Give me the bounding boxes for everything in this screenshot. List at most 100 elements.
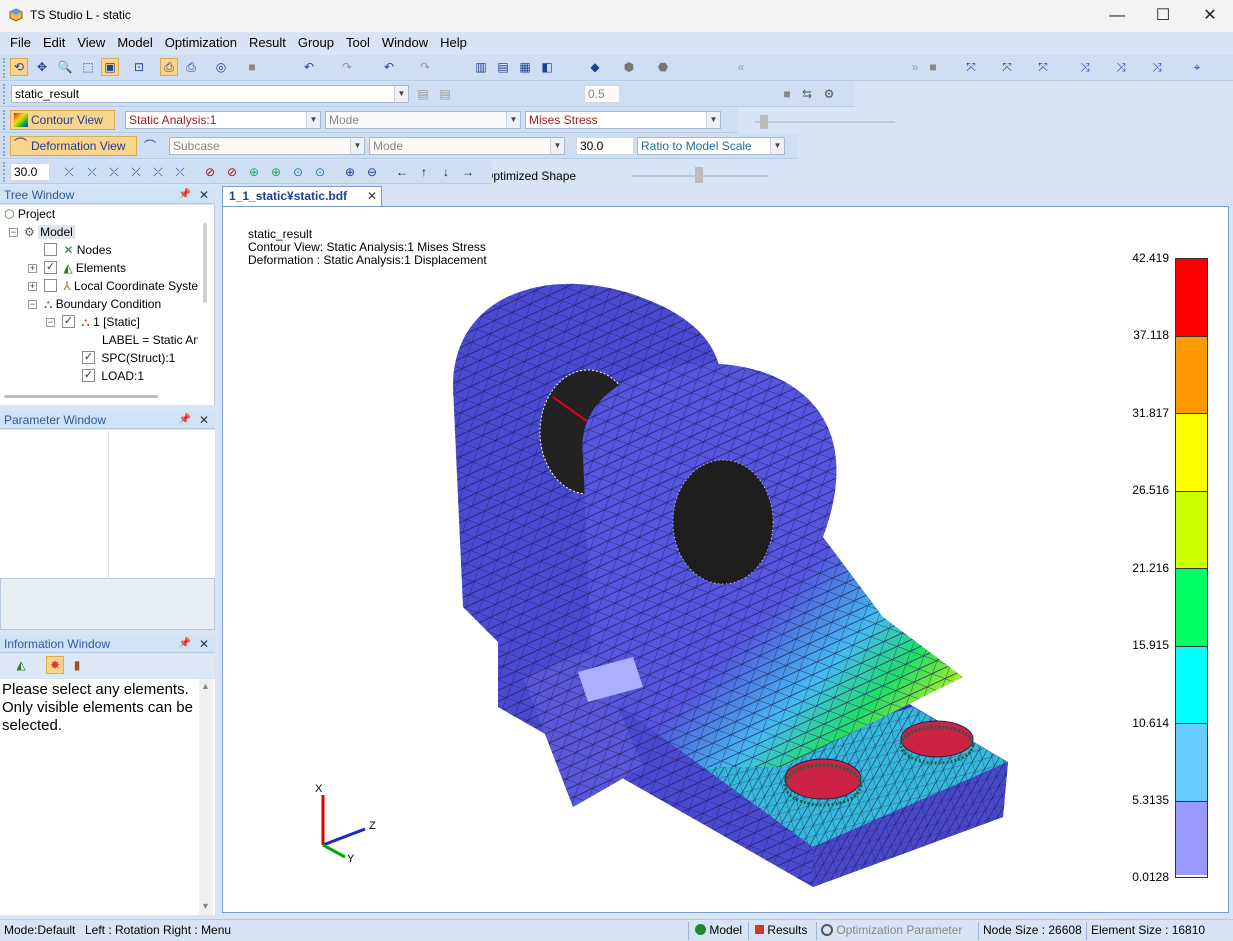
info-scrollbar[interactable]: ▲ ▼	[199, 679, 213, 915]
view-xy-icon[interactable]: ⤨	[1076, 58, 1094, 76]
clip-z-icon[interactable]: ⊕	[245, 163, 263, 181]
analysis-select[interactable]: Static Analysis:1 ▼	[125, 111, 321, 129]
menu-edit[interactable]: Edit	[37, 32, 71, 50]
menu-file[interactable]: File	[4, 32, 37, 50]
zoom-box-icon[interactable]: ⬚	[79, 58, 97, 76]
pan-tool-icon[interactable]: ✥	[33, 58, 51, 76]
toolbar-grip[interactable]	[3, 84, 9, 104]
layout-grid-icon[interactable]: ▦	[516, 58, 534, 76]
pin-icon[interactable]: 📌	[179, 635, 191, 653]
print-icon[interactable]: ⎙	[160, 58, 178, 76]
stress-type-select[interactable]: Mises Stress ▼	[525, 111, 721, 129]
result-list-icon[interactable]: ▤	[436, 85, 454, 103]
view-angle-input[interactable]: 30.0	[10, 163, 50, 181]
close-icon[interactable]: ✕	[199, 411, 209, 429]
toolbar-grip[interactable]	[3, 58, 9, 78]
layout-split-icon[interactable]: ▤	[494, 58, 512, 76]
redo-view-icon[interactable]: ↷	[416, 58, 434, 76]
collapse-icon[interactable]: −	[28, 300, 37, 309]
select-tool-icon[interactable]: ▣	[101, 58, 119, 76]
3d-viewport[interactable]: static_result Contour View: Static Analy…	[222, 206, 1229, 913]
zoom-out-icon[interactable]: ⊖	[363, 163, 381, 181]
tree-item-local-coordinate-system[interactable]: ⅄ Local Coordinate Syste	[44, 277, 198, 295]
optimized-shape-value[interactable]: 0.5	[584, 85, 620, 103]
status-results[interactable]: Results	[755, 923, 807, 937]
fast-forward-icon[interactable]: »	[906, 58, 924, 76]
menu-group[interactable]: Group	[292, 32, 340, 50]
collapse-icon[interactable]: −	[46, 318, 55, 327]
tree-item-spc[interactable]: ✓ SPC(Struct):1	[82, 349, 175, 367]
menu-optimization[interactable]: Optimization	[159, 32, 243, 50]
rotate-y-pos-icon[interactable]: ⤫	[127, 163, 145, 181]
pin-icon[interactable]: 📌	[179, 186, 191, 204]
fem-model-render[interactable]	[223, 207, 1228, 912]
solid-view-icon[interactable]: ⬢	[620, 58, 638, 76]
view-yz-icon[interactable]: ⤨	[1112, 58, 1130, 76]
load-checkbox[interactable]: ✓	[82, 369, 95, 383]
nodes-checkbox[interactable]	[44, 243, 57, 257]
maximize-button[interactable]: ☐	[1140, 0, 1186, 32]
node-info-icon[interactable]: ✸	[46, 656, 64, 674]
tree-vertical-scrollbar[interactable]	[203, 223, 207, 303]
elements-checkbox[interactable]: ✓	[44, 261, 57, 275]
shape-icon[interactable]: ■	[243, 58, 261, 76]
tree-item-model[interactable]: ⚙ Model	[24, 223, 75, 241]
scroll-down-icon[interactable]: ▼	[201, 901, 210, 911]
subcase-select[interactable]: Subcase ▼	[169, 137, 365, 155]
arrow-down-icon[interactable]: ↓	[437, 163, 455, 181]
shape-ratio-slider-thumb[interactable]	[695, 167, 703, 183]
scale-type-select[interactable]: Ratio to Model Scale ▼	[637, 137, 785, 155]
layout-side-icon[interactable]: ◧	[538, 58, 556, 76]
toolbar-grip[interactable]	[3, 136, 9, 156]
menu-help[interactable]: Help	[434, 32, 473, 50]
stop-shape-icon[interactable]: ■	[778, 85, 796, 103]
view-zx-icon[interactable]: ⤨	[1148, 58, 1166, 76]
toolbar-grip[interactable]	[3, 162, 9, 182]
tree-horizontal-scrollbar[interactable]	[4, 395, 158, 398]
tree-item-label-static[interactable]: LABEL = Static An	[102, 331, 198, 349]
layout-single-icon[interactable]: ▥	[472, 58, 490, 76]
animation-slider-thumb[interactable]	[760, 115, 768, 129]
result-info-icon[interactable]: ▤	[414, 85, 432, 103]
section-icon[interactable]: ⊙	[289, 163, 307, 181]
stop-icon[interactable]: ■	[924, 58, 942, 76]
expand-icon[interactable]: +	[28, 264, 37, 273]
rotate-z-pos-icon[interactable]: ⤫	[171, 163, 189, 181]
toolbar-grip[interactable]	[3, 110, 9, 130]
cube-view-icon[interactable]: ◆	[586, 58, 604, 76]
undo-icon[interactable]: ↶	[300, 58, 318, 76]
close-icon[interactable]: ✕	[199, 186, 209, 204]
spc-checkbox[interactable]: ✓	[82, 351, 95, 365]
arrow-left-icon[interactable]: ←	[393, 163, 411, 181]
section-off-icon[interactable]: ⊙	[311, 163, 329, 181]
menu-model[interactable]: Model	[111, 32, 158, 50]
tree-item-boundary-condition[interactable]: ⛬ Boundary Condition	[44, 295, 161, 313]
collapse-icon[interactable]: −	[9, 228, 18, 237]
print-preview-icon[interactable]: ⎙	[182, 58, 200, 76]
result-select[interactable]: static_result ▼	[11, 85, 409, 103]
animation-slider[interactable]	[755, 121, 895, 123]
deformation-curve-icon[interactable]: ⌒	[141, 137, 159, 155]
menu-window[interactable]: Window	[376, 32, 434, 50]
arrow-right-icon[interactable]: →	[459, 163, 477, 181]
deformation-scale-input[interactable]: 30.0	[576, 137, 634, 155]
zoom-tool-icon[interactable]: 🔍	[56, 58, 74, 76]
clip-x-icon[interactable]: ⊘	[201, 163, 219, 181]
clip-y-icon[interactable]: ⊘	[223, 163, 241, 181]
menu-view[interactable]: View	[71, 32, 111, 50]
undo-view-icon[interactable]: ↶	[380, 58, 398, 76]
tree-item-nodes[interactable]: ✕ Nodes	[44, 241, 111, 259]
element-info-icon[interactable]: ◭	[12, 656, 30, 674]
contour-view-button[interactable]: Contour View	[10, 110, 115, 130]
export-shape-icon[interactable]: ⇆	[798, 85, 816, 103]
status-model[interactable]: Model	[695, 923, 742, 937]
close-icon[interactable]: ✕	[199, 635, 209, 653]
rewind-icon[interactable]: «	[732, 58, 750, 76]
property-info-icon[interactable]: ▮	[68, 656, 86, 674]
rotate-x-pos-icon[interactable]: ⤫	[83, 163, 101, 181]
menu-result[interactable]: Result	[243, 32, 292, 50]
parameter-column-divider[interactable]	[108, 430, 109, 578]
deformation-mode-select[interactable]: Mode ▼	[369, 137, 565, 155]
tree-item-load[interactable]: ✓ LOAD:1	[82, 367, 144, 385]
pin-icon[interactable]: 📌	[179, 411, 191, 429]
